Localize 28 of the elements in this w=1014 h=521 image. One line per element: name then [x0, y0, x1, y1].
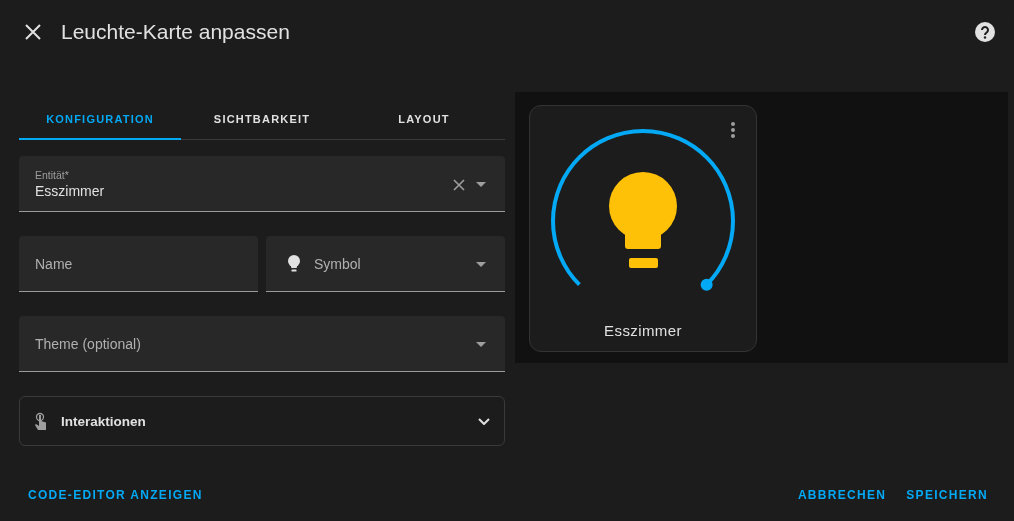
- field-label: Entität*: [35, 169, 69, 181]
- help-icon[interactable]: [975, 22, 995, 42]
- icon-field[interactable]: Symbol: [266, 236, 505, 292]
- card-name: Esszimmer: [604, 322, 682, 339]
- touch-icon: [34, 412, 47, 430]
- brightness-arc[interactable]: [551, 129, 735, 286]
- caret-icon[interactable]: [476, 262, 486, 267]
- interactions-expander[interactable]: Interaktionen: [19, 396, 505, 446]
- cancel-button[interactable]: ABBRECHEN: [787, 484, 897, 506]
- close-icon[interactable]: [25, 24, 41, 40]
- tab[interactable]: SICHTBARKEIT: [181, 100, 343, 140]
- caret-icon[interactable]: [476, 182, 486, 187]
- lightbulb-icon: [287, 255, 301, 272]
- save-button[interactable]: SPEICHERN: [896, 484, 998, 506]
- tab[interactable]: LAYOUT: [343, 100, 505, 140]
- tab[interactable]: KONFIGURATION: [19, 100, 181, 140]
- name-field[interactable]: Name: [19, 236, 258, 292]
- caret-icon[interactable]: [476, 342, 486, 347]
- clear-icon[interactable]: [453, 179, 465, 191]
- theme-field[interactable]: Theme (optional): [19, 316, 505, 372]
- dialog-title: Leuchte-Karte anpassen: [61, 20, 291, 44]
- code-editor-button[interactable]: CODE-EDITOR ANZEIGEN: [18, 484, 213, 506]
- light-card[interactable]: Esszimmer: [529, 105, 757, 352]
- chevron-icon[interactable]: [478, 417, 490, 425]
- more-icon[interactable]: [731, 122, 735, 138]
- slider-thumb[interactable]: [700, 278, 713, 291]
- expander-label: Interaktionen: [61, 413, 147, 429]
- lightbulb-icon[interactable]: [609, 172, 677, 268]
